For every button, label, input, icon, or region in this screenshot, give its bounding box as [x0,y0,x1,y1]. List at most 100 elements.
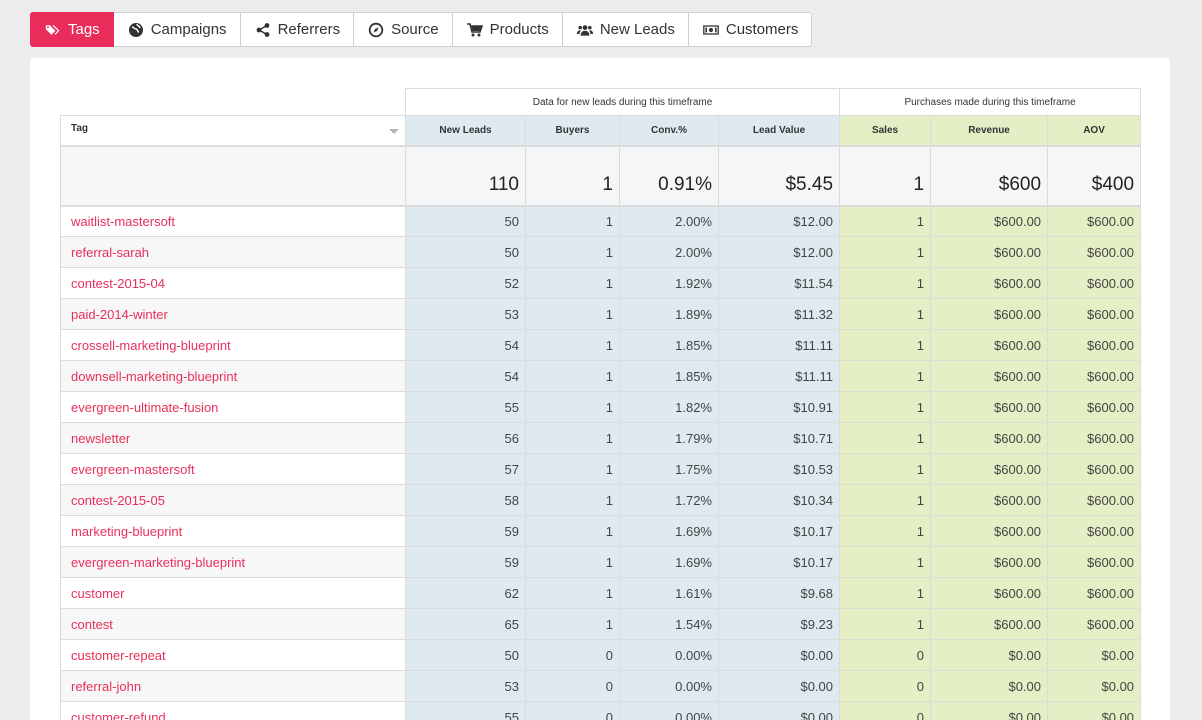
tag-link[interactable]: contest-2015-05 [60,484,406,516]
cell-new-leads: 50 [405,639,526,671]
total-lead-value: $5.45 [717,145,841,207]
tag-link[interactable]: referral-sarah [60,236,406,268]
cell-new-leads: 55 [405,391,526,423]
column-header-conv[interactable]: Conv.% [619,115,719,147]
cell-sales: 1 [839,205,932,237]
cell-conv: 0.00% [619,670,719,702]
cell-new-leads: 65 [405,608,526,640]
cell-revenue: $600.00 [930,329,1049,361]
table-row: contest-2015-05 58 1 1.72% $10.34 1 $600.00 $60… [60,484,1142,516]
tag-link[interactable]: customer-repeat [60,639,406,671]
cart-icon [466,22,483,38]
cell-sales: 1 [839,329,932,361]
cell-buyers: 1 [525,329,620,361]
cell-lead-value: $12.00 [717,205,841,237]
cell-lead-value: $0.00 [717,701,841,720]
cell-sales: 1 [839,298,932,330]
tab-customers[interactable]: Customers [688,12,813,47]
tab-source[interactable]: Source [354,12,453,47]
tab-campaigns[interactable]: Campaigns [113,12,241,47]
cell-lead-value: $11.32 [717,298,841,330]
column-header-revenue[interactable]: Revenue [930,115,1049,147]
tag-link[interactable]: customer [60,577,406,609]
cell-conv: 1.54% [619,608,719,640]
users-icon [576,22,593,38]
sort-caret-icon[interactable] [389,129,399,134]
column-header-lead-value[interactable]: Lead Value [717,115,841,147]
cell-new-leads: 53 [405,670,526,702]
cell-sales: 0 [839,701,932,720]
tab-products[interactable]: Products [452,12,563,47]
tag-link[interactable]: contest [60,608,406,640]
tag-link[interactable]: waitlist-mastersoft [60,205,406,237]
cell-buyers: 1 [525,391,620,423]
cell-aov: $600.00 [1047,515,1142,547]
table-row: waitlist-mastersoft 50 1 2.00% $12.00 1 $600.0… [60,205,1142,237]
tag-link[interactable]: referral-john [60,670,406,702]
cell-lead-value: $9.23 [717,608,841,640]
tab-label: Referrers [277,21,341,38]
tag-link[interactable]: marketing-blueprint [60,515,406,547]
tag-link[interactable]: paid-2014-winter [60,298,406,330]
tag-link[interactable]: evergreen-mastersoft [60,453,406,485]
cell-conv: 1.69% [619,546,719,578]
cell-lead-value: $11.11 [717,329,841,361]
cell-sales: 1 [839,360,932,392]
table-row: customer-repeat 50 0 0.00% $0.00 0 $0.00 $0.00 [60,639,1142,671]
cell-buyers: 1 [525,267,620,299]
cell-aov: $600.00 [1047,453,1142,485]
cell-sales: 0 [839,639,932,671]
column-header-new-leads[interactable]: New Leads [405,115,526,147]
cell-conv: 1.61% [619,577,719,609]
cell-aov: $600.00 [1047,298,1142,330]
cell-lead-value: $12.00 [717,236,841,268]
cell-buyers: 1 [525,453,620,485]
cell-buyers: 1 [525,484,620,516]
tag-link[interactable]: evergreen-marketing-blueprint [60,546,406,578]
cell-revenue: $600.00 [930,205,1049,237]
column-header-tag[interactable]: Tag [60,115,406,147]
tab-new-leads[interactable]: New Leads [562,12,689,47]
tab-referrers[interactable]: Referrers [240,12,355,47]
cell-new-leads: 59 [405,546,526,578]
cell-conv: 1.82% [619,391,719,423]
report-panel: Data for new leads during this timeframe… [30,58,1170,720]
tag-link[interactable]: contest-2015-04 [60,267,406,299]
table-row: evergreen-mastersoft 57 1 1.75% $10.53 1 $600.… [60,453,1142,485]
total-aov: $400 [1047,145,1142,207]
tag-link[interactable]: evergreen-ultimate-fusion [60,391,406,423]
cell-revenue: $0.00 [930,701,1049,720]
cell-sales: 1 [839,515,932,547]
cell-aov: $0.00 [1047,639,1142,671]
tag-link[interactable]: downsell-marketing-blueprint [60,360,406,392]
tag-link[interactable]: newsletter [60,422,406,454]
column-header-aov[interactable]: AOV [1047,115,1142,147]
cell-sales: 1 [839,546,932,578]
cell-lead-value: $11.11 [717,360,841,392]
tab-tags[interactable]: Tags [30,12,114,47]
cell-aov: $600.00 [1047,546,1142,578]
cell-lead-value: $0.00 [717,670,841,702]
tag-link[interactable]: customer-refund [60,701,406,720]
cell-buyers: 1 [525,205,620,237]
total-buyers: 1 [525,145,620,207]
cell-buyers: 0 [525,701,620,720]
cell-aov: $600.00 [1047,267,1142,299]
total-revenue: $600 [930,145,1049,207]
cell-revenue: $0.00 [930,670,1049,702]
cell-new-leads: 62 [405,577,526,609]
tab-label: New Leads [599,21,675,38]
column-header-buyers[interactable]: Buyers [525,115,620,147]
cell-aov: $600.00 [1047,422,1142,454]
tab-label: Campaigns [150,21,227,38]
cell-buyers: 1 [525,608,620,640]
tag-link[interactable]: crossell-marketing-blueprint [60,329,406,361]
cell-aov: $600.00 [1047,205,1142,237]
tab-label: Source [391,21,439,38]
cell-buyers: 1 [525,515,620,547]
cell-sales: 1 [839,236,932,268]
table-row: referral-john 53 0 0.00% $0.00 0 $0.00 $0.00 [60,670,1142,702]
column-header-sales[interactable]: Sales [839,115,932,147]
group-spacer [61,89,406,116]
cell-revenue: $600.00 [930,360,1049,392]
